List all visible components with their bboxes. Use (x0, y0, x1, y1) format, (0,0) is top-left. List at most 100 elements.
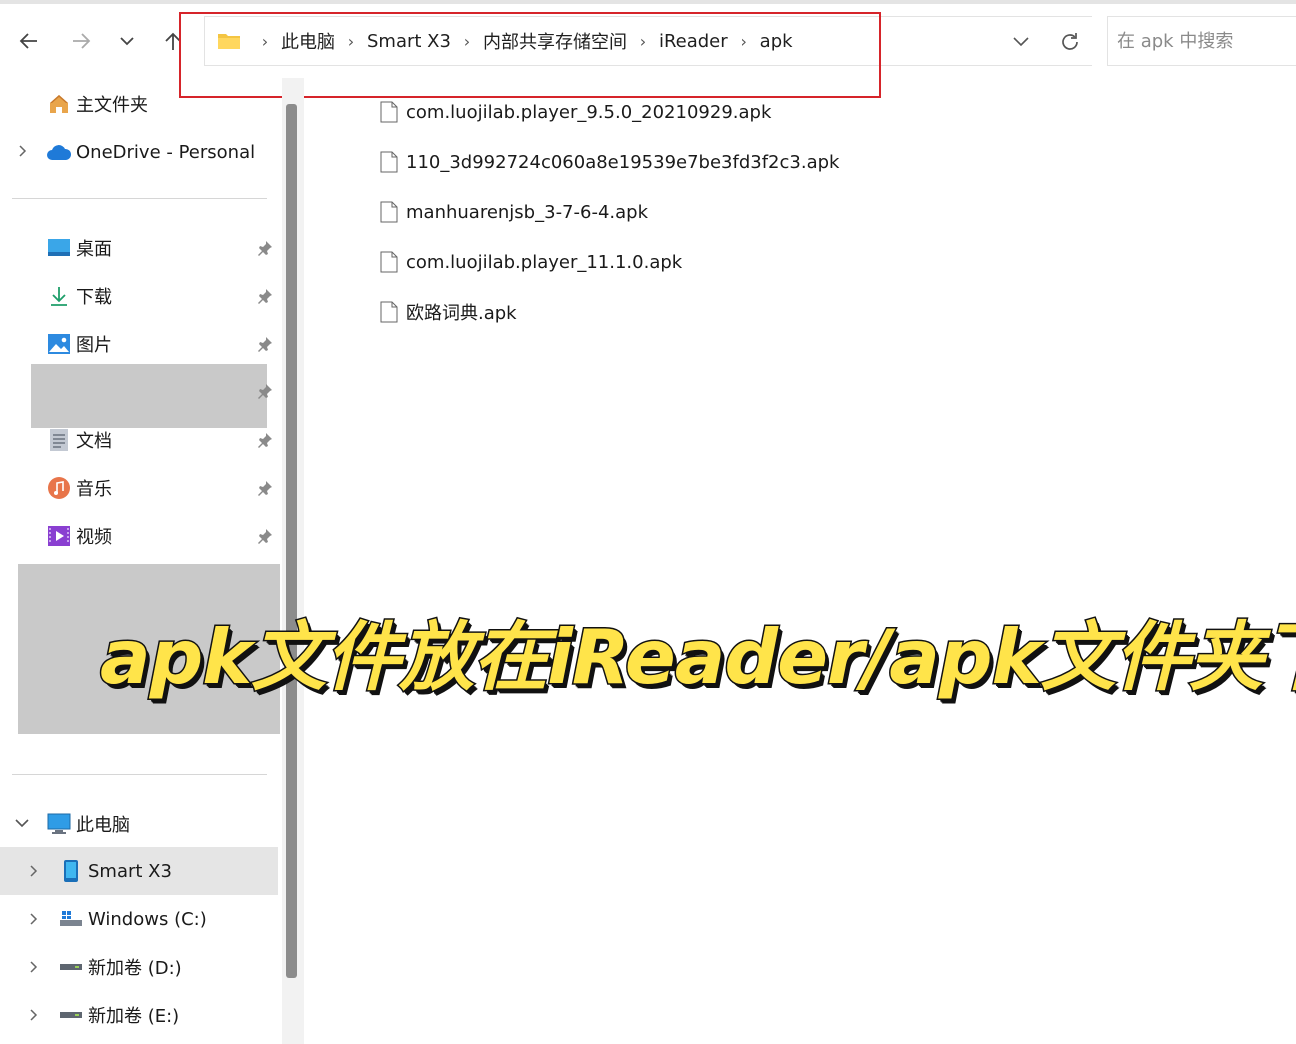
sidebar-item-smart-x3[interactable]: Smart X3 (58, 849, 172, 893)
sidebar-item-label: 此电脑 (76, 815, 130, 836)
expand-chevron-icon[interactable] (25, 1006, 43, 1024)
sidebar-item-documents[interactable]: 文档 (46, 418, 112, 462)
sidebar-item-label: 主文件夹 (76, 95, 148, 116)
drive-icon (58, 1002, 84, 1028)
back-button[interactable] (12, 24, 46, 58)
file-icon (380, 300, 402, 324)
download-icon (46, 283, 72, 309)
file-item[interactable]: com.luojilab.player_11.1.0.apk (380, 240, 682, 284)
sidebar-item-label: 新加卷 (E:) (88, 1006, 180, 1027)
breadcrumb-smart-x3[interactable]: Smart X3 (365, 31, 453, 52)
up-arrow-icon (165, 32, 181, 50)
sidebar-item-label: 图片 (76, 335, 112, 356)
file-item[interactable]: com.luojilab.player_9.5.0_20210929.apk (380, 90, 771, 134)
search-box[interactable] (1107, 16, 1296, 66)
sidebar-item-label: Windows (C:) (88, 908, 207, 930)
breadcrumb-separator: › (639, 31, 647, 51)
sidebar-item-onedrive[interactable]: OneDrive - Personal (46, 130, 255, 174)
breadcrumb-separator: › (347, 31, 355, 51)
window-top-edge (0, 0, 1296, 4)
expand-chevron-icon[interactable] (25, 862, 43, 880)
file-name: com.luojilab.player_9.5.0_20210929.apk (406, 101, 772, 123)
file-name: manhuarenjsb_3-7-6-4.apk (406, 201, 649, 223)
music-icon (46, 475, 72, 501)
breadcrumb-this-pc[interactable]: 此电脑 (279, 28, 337, 54)
file-item[interactable]: 欧路词典.apk (380, 290, 517, 334)
documents-icon (46, 427, 72, 453)
navigation-pane: 主文件夹 OneDrive - Personal 桌面 下载 图片 文档 音乐 … (0, 78, 304, 1044)
file-item[interactable]: manhuarenjsb_3-7-6-4.apk (380, 190, 648, 234)
breadcrumb: › 此电脑 › Smart X3 › 内部共享存储空间 › iReader › … (217, 17, 795, 65)
system-drive-icon (58, 906, 84, 932)
sidebar-item-label: 文档 (76, 431, 112, 452)
sidebar-item-label: Smart X3 (88, 860, 172, 882)
sidebar-item-label: 桌面 (76, 239, 112, 260)
file-name: com.luojilab.player_11.1.0.apk (406, 251, 683, 273)
sidebar-item-label: 新加卷 (D:) (88, 958, 182, 979)
pin-icon[interactable] (256, 527, 274, 545)
refresh-icon (1062, 33, 1078, 50)
chevron-down-icon (1013, 37, 1029, 47)
pin-icon[interactable] (256, 239, 274, 257)
expand-chevron-icon[interactable] (25, 910, 43, 928)
pin-icon[interactable] (256, 335, 274, 353)
pin-icon[interactable] (256, 479, 274, 497)
videos-icon (46, 523, 72, 549)
file-icon (380, 100, 402, 124)
sidebar-item-desktop[interactable]: 桌面 (46, 226, 112, 270)
phone-icon (58, 858, 84, 884)
breadcrumb-separator: › (261, 31, 269, 51)
pin-icon[interactable] (256, 287, 274, 305)
breadcrumb-separator: › (463, 31, 471, 51)
sidebar-item-music[interactable]: 音乐 (46, 466, 112, 510)
collapse-chevron-icon[interactable] (13, 814, 31, 832)
sidebar-item-label: OneDrive - Personal (76, 141, 256, 163)
file-name: 欧路词典.apk (406, 303, 517, 324)
caption-overlay: apk文件放在iReader/apk文件夹下 (98, 612, 1296, 703)
desktop-icon (46, 235, 72, 261)
address-bar[interactable]: › 此电脑 › Smart X3 › 内部共享存储空间 › iReader › … (204, 16, 1092, 66)
forward-button[interactable] (64, 24, 98, 58)
refresh-button[interactable] (1053, 25, 1087, 59)
sidebar-item-label: 音乐 (76, 479, 112, 500)
breadcrumb-apk[interactable]: apk (758, 31, 795, 52)
sidebar-item-videos[interactable]: 视频 (46, 514, 112, 558)
breadcrumb-ireader[interactable]: iReader (657, 31, 730, 52)
sidebar-item-downloads[interactable]: 下载 (46, 274, 112, 318)
sidebar-divider (12, 198, 267, 199)
recent-locations-button[interactable] (110, 24, 144, 58)
sidebar-item-label: 下载 (76, 287, 112, 308)
search-input[interactable] (1108, 17, 1296, 65)
expand-chevron-icon[interactable] (25, 958, 43, 976)
sidebar-item-pictures[interactable]: 图片 (46, 322, 112, 366)
breadcrumb-internal-storage[interactable]: 内部共享存储空间 (481, 28, 629, 54)
home-icon (46, 91, 72, 117)
pin-icon[interactable] (256, 382, 274, 400)
sidebar-item-this-pc[interactable]: 此电脑 (46, 802, 130, 846)
cloud-icon (46, 139, 72, 165)
file-icon (380, 250, 402, 274)
pin-icon[interactable] (256, 431, 274, 449)
forward-arrow-icon (73, 33, 91, 49)
file-item[interactable]: 110_3d992724c060a8e19539e7be3fd3f2c3.apk (380, 140, 839, 184)
sidebar-item-label: 视频 (76, 527, 112, 548)
back-arrow-icon (19, 33, 37, 49)
sidebar-item-home[interactable]: 主文件夹 (46, 82, 148, 126)
computer-icon (46, 811, 72, 837)
sidebar-item-drive-e[interactable]: 新加卷 (E:) (58, 993, 179, 1037)
sidebar-item-drive-c[interactable]: Windows (C:) (58, 897, 207, 941)
expand-chevron-icon[interactable] (14, 142, 32, 160)
scrollbar-thumb[interactable] (286, 104, 297, 978)
chevron-down-icon (120, 37, 134, 46)
breadcrumb-separator: › (740, 31, 747, 51)
sidebar-item-drive-d[interactable]: 新加卷 (D:) (58, 945, 182, 989)
up-button[interactable] (156, 24, 190, 58)
folder-icon (217, 31, 241, 51)
file-icon (380, 200, 402, 224)
file-name: 110_3d992724c060a8e19539e7be3fd3f2c3.apk (406, 151, 840, 173)
sidebar-divider (12, 774, 267, 775)
drive-icon (58, 954, 84, 980)
file-icon (380, 150, 402, 174)
pictures-icon (46, 331, 72, 357)
address-history-button[interactable] (1005, 25, 1037, 57)
